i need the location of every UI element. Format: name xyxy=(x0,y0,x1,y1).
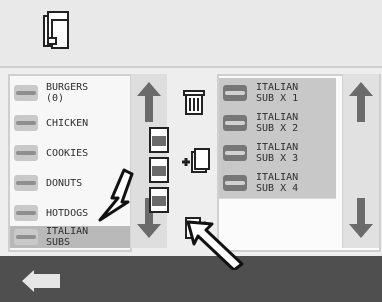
order-item-label: ITALIAN SUB X 4 xyxy=(256,172,299,194)
trash-can-icon[interactable] xyxy=(176,84,212,120)
list-item-label: COOKIES xyxy=(46,147,89,159)
sub-icon xyxy=(223,175,247,191)
chicken-icon xyxy=(14,115,38,131)
list-item-selected[interactable]: ITALIAN SUBS xyxy=(10,226,130,248)
donut-icon xyxy=(14,175,38,191)
list-item-label: ITALIAN SUBS xyxy=(46,226,89,248)
sub-icon xyxy=(223,145,247,161)
list-item[interactable]: COOKIES xyxy=(10,138,130,168)
order-scrollbar[interactable] xyxy=(342,74,379,248)
cookie-icon xyxy=(14,145,38,161)
pointer-cursor-icon xyxy=(186,220,244,270)
burger-icon xyxy=(14,85,38,101)
list-item-label: BURGERS (0) xyxy=(46,82,89,104)
list-item-label: HOTDOGS xyxy=(46,207,89,219)
arrow-up-icon[interactable] xyxy=(347,80,375,124)
list-item[interactable]: CHICKEN xyxy=(10,108,130,138)
sub-icon xyxy=(223,85,247,101)
top-bar xyxy=(0,0,382,68)
arrow-down-icon[interactable] xyxy=(347,196,375,240)
list-item-label: DONUTS xyxy=(46,177,83,189)
transfer-indicator xyxy=(149,127,169,213)
sub-icon xyxy=(223,115,247,131)
order-clipboard-icon[interactable] xyxy=(38,10,72,56)
hotdog-icon xyxy=(14,205,38,221)
add-to-order-icon[interactable] xyxy=(176,144,212,180)
pointer-cursor-icon xyxy=(98,168,134,222)
sub-icon xyxy=(14,229,38,245)
back-arrow-icon[interactable] xyxy=(16,268,72,294)
order-item[interactable]: ITALIAN SUB X 4 xyxy=(219,168,336,199)
order-item[interactable]: ITALIAN SUB X 1 xyxy=(219,78,336,109)
list-item[interactable]: BURGERS (0) xyxy=(10,78,130,108)
order-item[interactable]: ITALIAN SUB X 2 xyxy=(219,108,336,139)
order-item-label: ITALIAN SUB X 1 xyxy=(256,82,299,104)
order-item-label: ITALIAN SUB X 3 xyxy=(256,142,299,164)
pos-screen: BURGERS (0) CHICKEN COOKIES DONUTS HOTDO… xyxy=(0,0,382,302)
list-item-label: CHICKEN xyxy=(46,117,89,129)
order-item-label: ITALIAN SUB X 2 xyxy=(256,112,299,134)
order-item[interactable]: ITALIAN SUB X 3 xyxy=(219,138,336,169)
